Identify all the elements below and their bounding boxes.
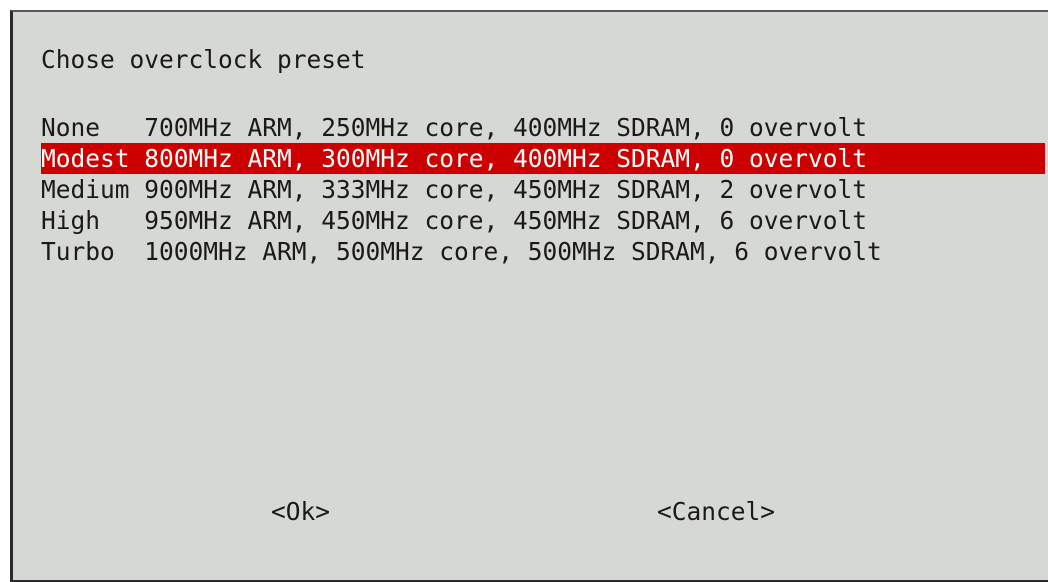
option-name: High [41, 206, 130, 235]
menu-item-modest[interactable]: Modest 800MHz ARM, 300MHz core, 400MHz S… [41, 143, 1045, 174]
option-name: None [41, 113, 130, 142]
menu-item-none[interactable]: None 700MHz ARM, 250MHz core, 400MHz SDR… [41, 112, 1045, 143]
option-name: Modest [41, 144, 130, 173]
option-description: 800MHz ARM, 300MHz core, 400MHz SDRAM, 0… [129, 144, 868, 173]
option-description: 700MHz ARM, 250MHz core, 400MHz SDRAM, 0… [129, 113, 868, 142]
option-name: Medium [41, 175, 130, 204]
option-name: Turbo [41, 237, 130, 266]
cancel-button[interactable]: <Cancel> [657, 496, 775, 528]
overclock-dialog: Chose overclock preset None 700MHz ARM, … [10, 10, 1048, 582]
option-description: 900MHz ARM, 333MHz core, 450MHz SDRAM, 2… [129, 175, 868, 204]
menu-item-high[interactable]: High 950MHz ARM, 450MHz core, 450MHz SDR… [41, 205, 1045, 236]
menu-item-turbo[interactable]: Turbo 1000MHz ARM, 500MHz core, 500MHz S… [41, 236, 1045, 267]
ok-button[interactable]: <Ok> [271, 496, 330, 528]
dialog-title: Chose overclock preset [41, 45, 366, 74]
option-description: 1000MHz ARM, 500MHz core, 500MHz SDRAM, … [129, 237, 882, 266]
preset-menu: None 700MHz ARM, 250MHz core, 400MHz SDR… [41, 112, 1045, 267]
option-description: 950MHz ARM, 450MHz core, 450MHz SDRAM, 6… [129, 206, 868, 235]
menu-item-medium[interactable]: Medium 900MHz ARM, 333MHz core, 450MHz S… [41, 174, 1045, 205]
